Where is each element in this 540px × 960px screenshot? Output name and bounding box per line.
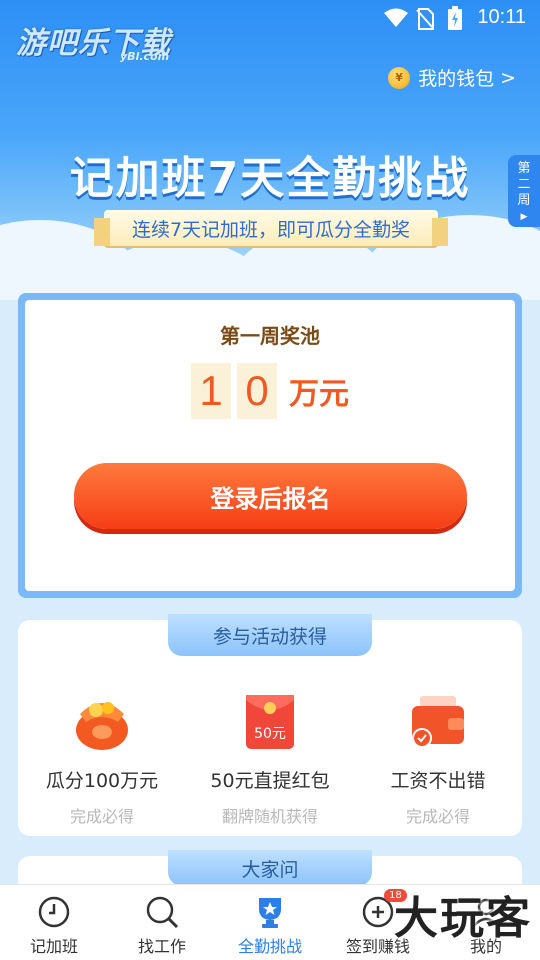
clock-icon (38, 896, 70, 928)
wallet-check-icon (412, 696, 464, 748)
my-wallet-link[interactable]: ¥ 我的钱包 > (388, 64, 516, 91)
reward-name: 50元直提红包 (210, 770, 330, 792)
battery-icon (448, 6, 462, 30)
red-packet-icon: 50元 (246, 695, 294, 749)
reward-item: 瓜分100万元 完成必得 (18, 690, 186, 827)
faq-section-title: 大家问 (168, 850, 372, 886)
nav-label: 全勤挑战 (237, 937, 302, 956)
reward-item: 工资不出错 完成必得 (354, 690, 522, 827)
amount-digit: 1 (191, 363, 231, 419)
week-two-tab[interactable]: 第 二 周 ▶ (508, 155, 540, 227)
no-sim-icon (416, 8, 434, 30)
rewards-section-title: 参与活动获得 (168, 614, 372, 656)
reward-name: 工资不出错 (390, 770, 486, 792)
nav-item-challenge[interactable]: 全勤挑战 (216, 885, 324, 960)
pool-title: 第一周奖池 (220, 324, 320, 348)
play-arrow-icon: ▶ (520, 212, 528, 222)
nav-item-find-job[interactable]: 找工作 (108, 885, 216, 960)
week-tab-char: 第 (517, 161, 531, 176)
subtitle-ribbon: 连续7天记加班，即可瓜分全勤奖 (94, 210, 448, 246)
week-tab-char: 二 (517, 177, 531, 192)
corner-watermark: 大玩客 (394, 893, 532, 944)
search-icon (146, 896, 179, 929)
wallet-label: 我的钱包 (418, 68, 495, 90)
reward-note: 完成必得 (69, 807, 134, 826)
login-signup-button[interactable]: 登录后报名 (74, 463, 467, 529)
coin-icon: ¥ (388, 66, 411, 89)
red-packet-amount: 50元 (254, 726, 286, 742)
wifi-icon (384, 8, 408, 27)
money-bag-icon (76, 702, 128, 750)
trophy-star-icon (259, 898, 281, 928)
page-title: 记加班7天全勤挑战 (69, 153, 471, 204)
reward-note: 完成必得 (405, 807, 470, 826)
clock-time: 10:11 (477, 6, 526, 28)
reward-name: 瓜分100万元 (45, 770, 159, 792)
amount-digit: 0 (237, 363, 277, 419)
week-tab-char: 周 (517, 193, 531, 208)
pool-amount: 1 0 万元 (191, 363, 349, 419)
nav-label: 找工作 (137, 937, 186, 956)
watermark-sub: yBl.com (120, 50, 170, 63)
prize-pool-card: 第一周奖池 1 0 万元 登录后报名 (18, 293, 522, 598)
reward-item: 50元 50元直提红包 翻牌随机获得 (186, 690, 354, 827)
amount-unit: 万元 (289, 377, 349, 412)
rewards-card: 参与活动获得 瓜分100万元 完成必得 50元 50元直提红包 翻牌随机获得 工… (18, 614, 522, 836)
reward-note: 翻牌随机获得 (221, 807, 318, 826)
chevron-right-icon: > (500, 66, 516, 89)
nav-label: 记加班 (29, 937, 78, 956)
nav-item-overtime[interactable]: 记加班 (0, 885, 108, 960)
